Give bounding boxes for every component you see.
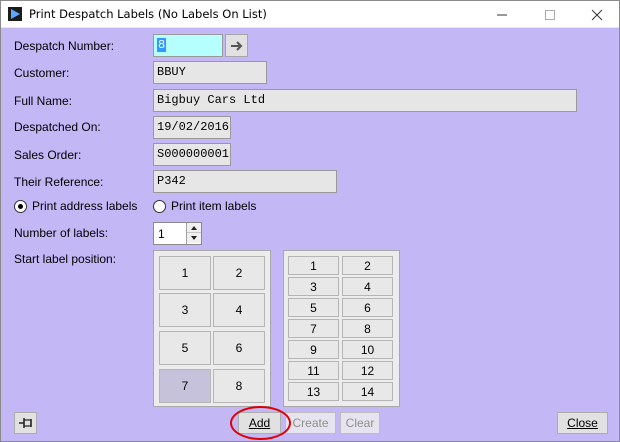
customer-field[interactable]: BBUY <box>153 61 267 84</box>
radio-selected-icon <box>14 199 27 213</box>
print-address-labels-radio[interactable]: Print address labels <box>14 199 137 213</box>
radio-unselected-icon <box>153 199 166 213</box>
sales-order-field[interactable]: S000000001 <box>153 143 231 166</box>
clear-button[interactable]: Clear <box>340 412 380 434</box>
stepper-down-button[interactable] <box>187 233 201 243</box>
minimize-button[interactable] <box>479 1 525 28</box>
despatch-number-input[interactable]: 8 <box>153 34 223 57</box>
chevron-up-icon <box>191 225 197 230</box>
play-arrow-icon <box>8 7 22 21</box>
start-label-position-label: Start label position: <box>14 252 117 266</box>
full-name-field[interactable]: Bigbuy Cars Ltd <box>153 89 577 112</box>
create-button[interactable]: Create <box>285 412 336 434</box>
label-cell[interactable]: 6 <box>213 331 265 365</box>
label-cell[interactable]: 7 <box>288 319 339 338</box>
their-reference-label: Their Reference: <box>14 175 104 189</box>
label-cell[interactable]: 9 <box>288 340 339 359</box>
label-cell[interactable]: 6 <box>342 298 393 317</box>
despatch-number-value: 8 <box>157 38 167 52</box>
number-of-labels-stepper[interactable]: 1 <box>153 222 202 245</box>
label-cell[interactable]: 2 <box>342 256 393 275</box>
label-cell[interactable]: 5 <box>159 331 211 365</box>
arrow-right-icon <box>230 40 242 51</box>
close-button-label: Close <box>567 416 598 430</box>
close-button[interactable]: Close <box>557 412 608 434</box>
close-icon <box>591 9 603 20</box>
chevron-down-icon <box>191 236 197 240</box>
label-cell[interactable]: 8 <box>342 319 393 338</box>
label-cell[interactable]: 1 <box>288 256 339 275</box>
maximize-icon <box>545 9 555 20</box>
label-cell-selected[interactable]: 7 <box>159 369 211 403</box>
print-address-labels-text: Print address labels <box>32 199 138 213</box>
minimize-icon <box>497 14 507 15</box>
despatched-on-label: Despatched On: <box>14 120 101 134</box>
print-item-labels-text: Print item labels <box>171 199 257 213</box>
label-cell[interactable]: 3 <box>159 293 211 327</box>
label-cell[interactable]: 4 <box>213 293 265 327</box>
despatch-number-label: Despatch Number: <box>14 39 115 53</box>
label-cell[interactable]: 14 <box>342 382 393 401</box>
add-button-label: Add <box>248 416 271 430</box>
label-cell[interactable]: 3 <box>288 277 339 296</box>
label-cell[interactable]: 1 <box>159 256 211 290</box>
label-grid-14-panel: 1 2 3 4 5 6 7 8 9 10 11 12 13 14 <box>283 250 400 407</box>
clear-button-label: Clear <box>345 416 375 430</box>
stepper-buttons <box>186 223 201 244</box>
despatched-on-field[interactable]: 19/02/2016 <box>153 116 231 139</box>
label-cell[interactable]: 11 <box>288 361 339 380</box>
sales-order-label: Sales Order: <box>14 148 82 162</box>
add-button[interactable]: Add <box>238 412 281 434</box>
go-button[interactable] <box>225 34 248 57</box>
label-cell[interactable]: 8 <box>213 369 265 403</box>
label-cell[interactable]: 5 <box>288 298 339 317</box>
window-title: Print Despatch Labels (No Labels On List… <box>29 7 267 21</box>
print-item-labels-radio[interactable]: Print item labels <box>153 199 256 213</box>
pin-icon <box>18 418 32 428</box>
title-bar: Print Despatch Labels (No Labels On List… <box>1 1 619 28</box>
label-cell[interactable]: 4 <box>342 277 393 296</box>
label-cell[interactable]: 2 <box>213 256 265 290</box>
label-cell[interactable]: 13 <box>288 382 339 401</box>
label-cell[interactable]: 10 <box>342 340 393 359</box>
print-despatch-labels-window: Print Despatch Labels (No Labels On List… <box>0 0 620 442</box>
create-button-label: Create <box>292 416 329 430</box>
stepper-up-button[interactable] <box>187 223 201 233</box>
customer-label: Customer: <box>14 66 70 80</box>
their-reference-field[interactable]: P342 <box>153 170 337 193</box>
number-of-labels-label: Number of labels: <box>14 226 109 240</box>
full-name-label: Full Name: <box>14 94 73 108</box>
pin-button[interactable] <box>14 412 37 434</box>
label-cell[interactable]: 12 <box>342 361 393 380</box>
number-of-labels-value: 1 <box>158 227 165 241</box>
label-grid-2col-panel: 1 2 3 4 5 6 7 8 <box>153 250 271 407</box>
maximize-button[interactable] <box>527 1 573 28</box>
close-window-button[interactable] <box>574 1 620 28</box>
